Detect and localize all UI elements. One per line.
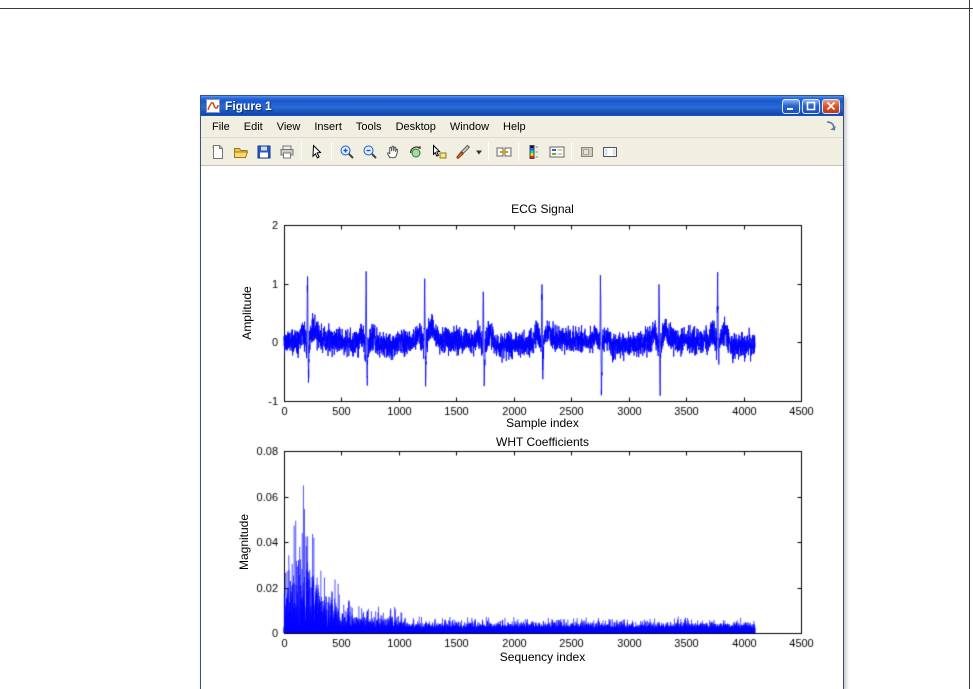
menu-view[interactable]: View [270, 117, 308, 137]
close-button[interactable] [822, 98, 840, 114]
toolbar-separator [518, 142, 519, 161]
arrow-cursor-icon [311, 143, 322, 158]
minimize-button[interactable] [782, 98, 800, 114]
toolbar [201, 138, 843, 166]
matlab-figure-icon [206, 99, 220, 113]
hand-pan-icon [386, 145, 398, 158]
data-cursor-icon [432, 143, 446, 158]
dock-figure-icon[interactable] [825, 120, 838, 133]
open-file-button[interactable] [229, 140, 252, 163]
menu-window[interactable]: Window [443, 117, 496, 137]
insert-legend-button[interactable] [545, 140, 568, 163]
window-title: Figure 1 [225, 99, 272, 113]
rotate-3d-button[interactable] [404, 140, 427, 163]
ecg-plot-canvas[interactable] [241, 216, 841, 428]
new-figure-button[interactable] [206, 140, 229, 163]
brush-button[interactable] [450, 140, 473, 163]
print-figure-button[interactable] [275, 140, 298, 163]
figure-window: Figure 1 File Edit View Insert Tools Des… [200, 95, 844, 689]
menu-tools[interactable]: Tools [349, 117, 389, 137]
zoom-in-button[interactable] [335, 140, 358, 163]
menu-help[interactable]: Help [496, 117, 533, 137]
link-plots-icon [496, 147, 511, 156]
hide-plot-tools-button[interactable] [575, 140, 598, 163]
open-folder-icon [233, 147, 248, 158]
menu-insert[interactable]: Insert [307, 117, 349, 137]
toolbar-separator [331, 142, 332, 161]
colorbar-icon [529, 144, 538, 159]
zoom-out-icon [363, 145, 377, 159]
data-cursor-button[interactable] [427, 140, 450, 163]
edit-plot-button[interactable] [305, 140, 328, 163]
insert-colorbar-button[interactable] [522, 140, 545, 163]
toolbar-separator [571, 142, 572, 161]
menu-bar: File Edit View Insert Tools Desktop Wind… [201, 116, 843, 138]
rotate-3d-icon [409, 145, 421, 157]
menu-desktop[interactable]: Desktop [389, 117, 443, 137]
printer-icon [280, 145, 293, 158]
figure-canvas: ECG Signal Amplitude Sample index WHT Co… [201, 166, 843, 689]
link-plots-button[interactable] [492, 140, 515, 163]
toolbar-separator [488, 142, 489, 161]
chevron-down-icon [476, 150, 482, 154]
brush-dropdown-button[interactable] [473, 140, 485, 163]
menu-file[interactable]: File [205, 117, 237, 137]
ecg-plot-title: ECG Signal [511, 202, 574, 216]
window-titlebar[interactable]: Figure 1 [201, 96, 843, 116]
show-plot-tools-button[interactable] [598, 140, 621, 163]
legend-icon [549, 146, 564, 157]
ecg-xlabel: Sample index [506, 416, 579, 430]
menu-edit[interactable]: Edit [237, 117, 270, 137]
show-plot-tools-icon [602, 146, 617, 157]
wht-plot-canvas[interactable] [241, 442, 841, 660]
save-floppy-icon [257, 145, 270, 158]
pan-button[interactable] [381, 140, 404, 163]
page-right-rule [969, 0, 970, 689]
page-top-rule [0, 8, 973, 9]
toolbar-separator [301, 142, 302, 161]
zoom-out-button[interactable] [358, 140, 381, 163]
maximize-button[interactable] [802, 98, 820, 114]
zoom-in-icon [340, 145, 354, 159]
brush-icon [455, 144, 470, 159]
hide-plot-tools-icon [580, 146, 593, 157]
wht-xlabel: Sequency index [499, 650, 586, 664]
save-figure-button[interactable] [252, 140, 275, 163]
new-figure-icon [211, 144, 223, 159]
